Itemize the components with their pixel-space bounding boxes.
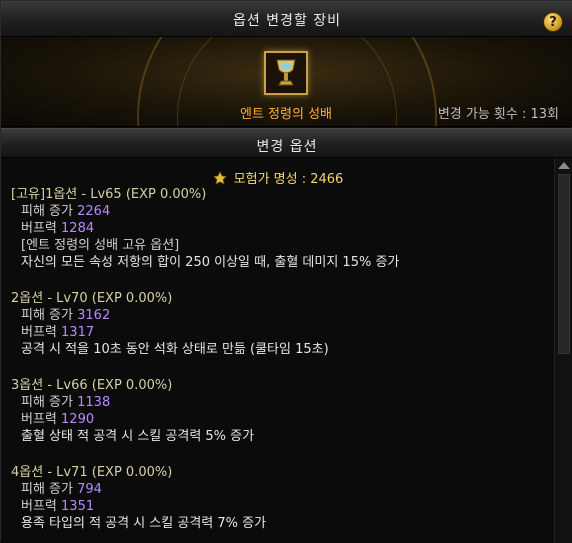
- item-panel: 엔트 정령의 성배 변경 가능 횟수 : 13회: [1, 37, 572, 127]
- buff-label: 버프력: [21, 412, 57, 427]
- option-change-window: 옵션 변경할 장비 ? 엔트 정령의 성배 변경 가능 횟수 : 13회 변경 …: [0, 0, 572, 543]
- option-block[interactable]: [고유]1옵션 - Lv65 (EXP 0.00%) 피해 증가 2264 버프…: [11, 186, 551, 271]
- buff-label: 버프력: [21, 499, 57, 514]
- option-description: 공격 시 적을 10초 동안 석화 상태로 만듦 (쿨타임 15초): [21, 342, 329, 357]
- section-header: 변경 옵션: [1, 128, 572, 158]
- buff-label: 버프력: [21, 221, 57, 236]
- options-scrollbar[interactable]: [554, 158, 572, 543]
- damage-value: 2264: [77, 204, 111, 219]
- option-description: 용족 타입의 적 공격 시 스킬 공격력 7% 증가: [21, 516, 267, 531]
- buff-label: 버프력: [21, 325, 57, 340]
- change-count-label: 변경 가능 횟수 : 13회: [437, 107, 559, 122]
- option-header: 4옵션 - Lv71 (EXP 0.00%): [11, 465, 173, 480]
- scroll-thumb[interactable]: [558, 174, 570, 354]
- options-list: [고유]1옵션 - Lv65 (EXP 0.00%) 피해 증가 2264 버프…: [11, 186, 551, 543]
- option-header: 3옵션 - Lv66 (EXP 0.00%): [11, 378, 173, 393]
- option-description: 출혈 상태 적 공격 시 스킬 공격력 5% 증가: [21, 429, 255, 444]
- window-title: 옵션 변경할 장비: [232, 13, 342, 29]
- damage-label: 피해 증가: [21, 204, 73, 219]
- item-slot[interactable]: [264, 51, 308, 95]
- damage-value: 794: [77, 482, 102, 497]
- option-block[interactable]: 2옵션 - Lv70 (EXP 0.00%) 피해 증가 3162 버프력 13…: [11, 290, 551, 358]
- options-content: 모험가 명성 : 2466 [고유]1옵션 - Lv65 (EXP 0.00%)…: [1, 158, 554, 543]
- fame-text: 모험가 명성 : 2466: [233, 172, 344, 187]
- damage-value: 3162: [77, 308, 111, 323]
- fame-medal-icon: [212, 171, 227, 185]
- unique-option-note: [엔트 정령의 성배 고유 옵션]: [21, 238, 180, 253]
- option-description: 자신의 모든 속성 저항의 합이 250 이상일 때, 출혈 데미지 15% 증…: [21, 255, 400, 270]
- option-header: [고유]1옵션 - Lv65 (EXP 0.00%): [11, 187, 207, 202]
- scroll-up-arrow-icon[interactable]: [558, 162, 570, 169]
- fame-row: 모험가 명성 : 2466: [1, 168, 554, 187]
- buff-value: 1351: [61, 499, 95, 514]
- buff-value: 1317: [61, 325, 95, 340]
- buff-value: 1284: [61, 221, 95, 236]
- option-header: 2옵션 - Lv70 (EXP 0.00%): [11, 291, 173, 306]
- damage-value: 1138: [77, 395, 111, 410]
- item-name: 엔트 정령의 성배: [240, 107, 332, 122]
- section-title: 변경 옵션: [256, 139, 318, 155]
- help-button[interactable]: ?: [543, 12, 563, 32]
- damage-label: 피해 증가: [21, 308, 73, 323]
- holy-grail-icon: [276, 59, 296, 86]
- option-block[interactable]: 4옵션 - Lv71 (EXP 0.00%) 피해 증가 794 버프력 135…: [11, 464, 551, 532]
- window-titlebar: 옵션 변경할 장비 ?: [1, 1, 572, 37]
- buff-value: 1290: [61, 412, 95, 427]
- option-block[interactable]: 3옵션 - Lv66 (EXP 0.00%) 피해 증가 1138 버프력 12…: [11, 377, 551, 445]
- damage-label: 피해 증가: [21, 395, 73, 410]
- damage-label: 피해 증가: [21, 482, 73, 497]
